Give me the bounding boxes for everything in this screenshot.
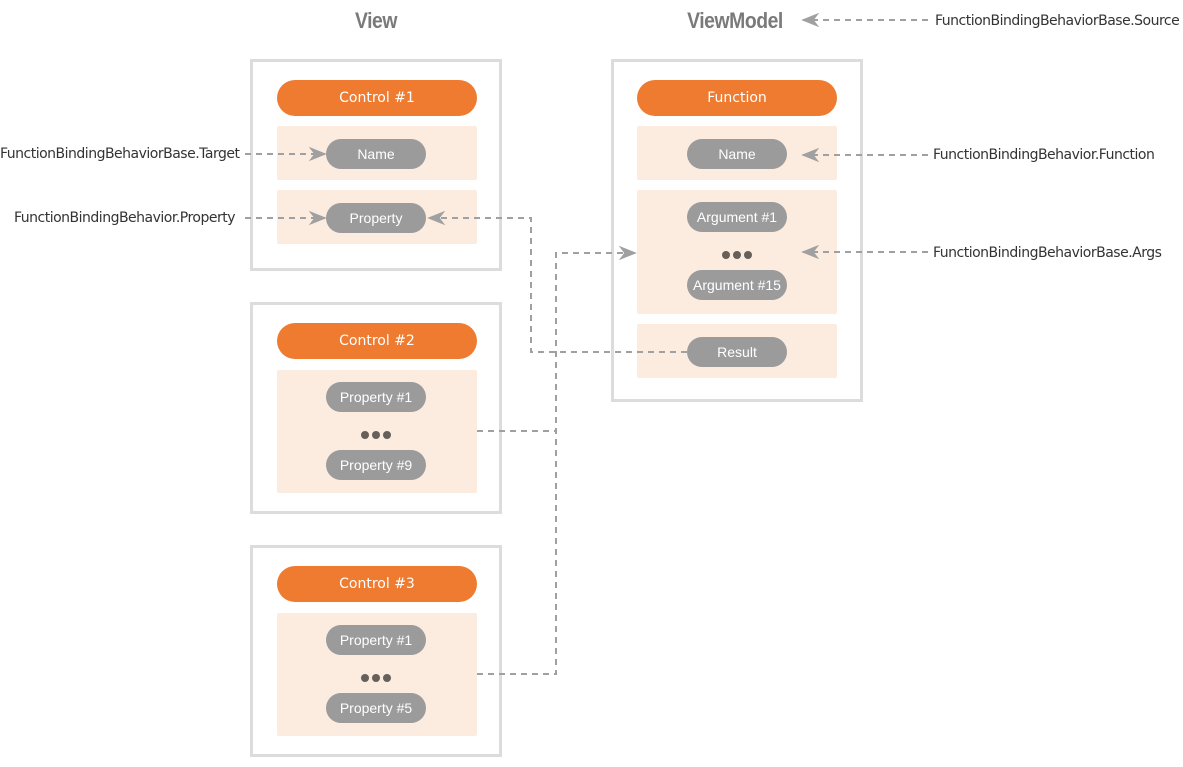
control-2-property-first[interactable]: Property #1 xyxy=(326,382,426,412)
function-name-pill[interactable]: Name xyxy=(687,139,787,169)
ellipsis-icon xyxy=(687,246,787,262)
viewmodel-heading: ViewModel xyxy=(687,8,783,33)
ellipsis-icon xyxy=(326,669,426,685)
function-header: Function xyxy=(637,80,837,116)
source-annotation: FunctionBindingBehaviorBase.Source xyxy=(935,13,1180,29)
ellipsis-icon xyxy=(326,426,426,442)
view-heading: View xyxy=(354,8,398,33)
control-2-property-last[interactable]: Property #9 xyxy=(326,450,426,480)
function-annotation: FunctionBindingBehavior.Function xyxy=(933,147,1155,163)
control-1-name-pill[interactable]: Name xyxy=(326,139,426,169)
control-1-header: Control #1 xyxy=(277,80,477,116)
result-pill[interactable]: Result xyxy=(687,337,787,367)
argument-last-pill[interactable]: Argument #15 xyxy=(687,270,787,300)
control-3-header: Control #3 xyxy=(277,566,477,602)
control-3-property-first[interactable]: Property #1 xyxy=(326,625,426,655)
control-2-header: Control #2 xyxy=(277,323,477,359)
target-annotation: FunctionBindingBehaviorBase.Target xyxy=(0,146,240,162)
args-annotation: FunctionBindingBehaviorBase.Args xyxy=(933,245,1162,261)
control-3-property-last[interactable]: Property #5 xyxy=(326,693,426,723)
property-annotation: FunctionBindingBehavior.Property xyxy=(14,210,236,226)
argument-first-pill[interactable]: Argument #1 xyxy=(687,202,787,232)
connector-layer xyxy=(245,12,928,675)
control-1-property-pill[interactable]: Property xyxy=(326,203,426,233)
